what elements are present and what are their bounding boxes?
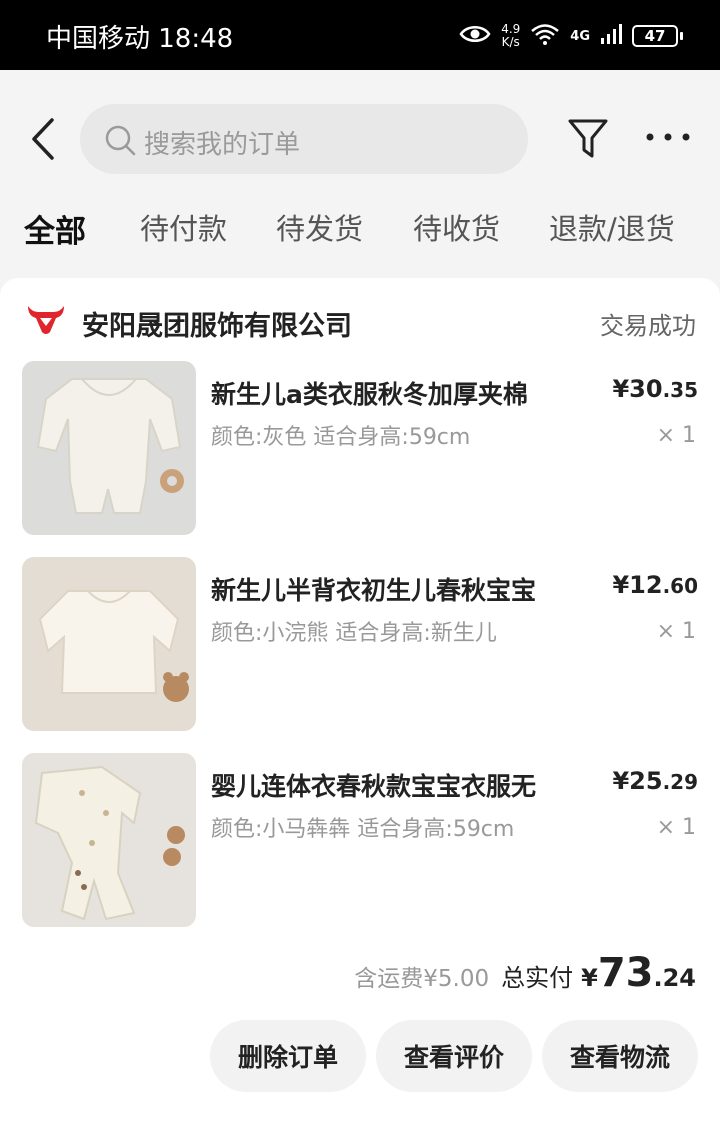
product-image — [22, 753, 196, 927]
product-quantity: × 1 — [656, 815, 696, 840]
carrier-time: 中国移动 18:48 — [46, 24, 234, 54]
more-icon — [646, 133, 690, 141]
order-actions: 删除订单 查看评价 查看物流 — [209, 1020, 698, 1092]
product-spec: 颜色:灰色 适合身高:59cm — [211, 425, 471, 450]
product-price: ¥25.29 — [612, 767, 698, 795]
product-price: ¥12.60 — [612, 571, 698, 599]
order-card[interactable]: 安阳晟团服饰有限公司 交易成功 新生儿a类衣服秋冬加厚夹棉 颜色:灰色 适合身高… — [0, 278, 720, 1123]
back-button[interactable] — [24, 114, 64, 164]
view-logistics-button[interactable]: 查看物流 — [541, 1020, 698, 1092]
order-total: 含运费¥5.00 总实付 ¥ 73 .24 — [354, 950, 696, 1000]
product-quantity: × 1 — [656, 619, 696, 644]
shipping-fee: 含运费¥5.00 — [354, 966, 490, 992]
order-tabs: 全部 待付款 待发货 待收货 退款/退货 — [0, 206, 720, 260]
tab-pending-shipment[interactable]: 待发货 — [276, 206, 363, 248]
delete-order-button[interactable]: 删除订单 — [209, 1020, 366, 1092]
product-spec: 颜色:小浣熊 适合身高:新生儿 — [211, 621, 497, 646]
network-type: 4G — [570, 28, 590, 44]
filter-icon — [568, 119, 608, 158]
wifi-icon — [530, 22, 560, 50]
shop-logo-icon — [26, 302, 66, 338]
order-status: 交易成功 — [600, 312, 696, 340]
view-review-button[interactable]: 查看评价 — [375, 1020, 532, 1092]
total-amount-decimal: .24 — [653, 964, 696, 992]
status-bar: 中国移动 18:48 4.9 K/s 4G 47 — [0, 0, 720, 70]
product-item[interactable]: 新生儿半背衣初生儿春秋宝宝 颜色:小浣熊 适合身高:新生儿 ¥12.60 × 1 — [22, 557, 698, 731]
product-price: ¥30.35 — [612, 375, 698, 403]
total-currency: ¥ — [581, 964, 598, 992]
product-image — [22, 557, 196, 731]
net-speed: 4.9 K/s — [501, 22, 521, 49]
signal-icon — [600, 23, 622, 49]
product-title: 新生儿a类衣服秋冬加厚夹棉 — [211, 380, 528, 409]
tab-pending-receipt[interactable]: 待收货 — [413, 206, 500, 248]
filter-button[interactable] — [566, 116, 610, 162]
search-icon — [104, 124, 136, 156]
product-title: 新生儿半背衣初生儿春秋宝宝 — [211, 576, 537, 605]
product-item[interactable]: 新生儿a类衣服秋冬加厚夹棉 颜色:灰色 适合身高:59cm ¥30.35 × 1 — [22, 361, 698, 535]
chevron-left-icon — [32, 118, 54, 160]
product-image — [22, 361, 196, 535]
tab-pending-payment[interactable]: 待付款 — [140, 206, 227, 248]
header: 搜索我的订单 全部 待付款 待发货 待收货 退款/退货 — [0, 70, 720, 280]
product-title: 婴儿连体衣春秋款宝宝衣服无 — [211, 772, 537, 801]
battery-indicator: 47 — [632, 25, 683, 47]
product-quantity: × 1 — [656, 423, 696, 448]
tab-refund[interactable]: 退款/退货 — [549, 206, 675, 248]
product-spec: 颜色:小马犇犇 适合身高:59cm — [211, 817, 515, 842]
shop-name[interactable]: 安阳晟团服饰有限公司 — [82, 304, 352, 343]
total-amount-integer: 73 — [597, 950, 654, 996]
search-placeholder: 搜索我的订单 — [144, 130, 301, 160]
product-item[interactable]: 婴儿连体衣春秋款宝宝衣服无 颜色:小马犇犇 适合身高:59cm ¥25.29 ×… — [22, 753, 698, 927]
more-button[interactable] — [644, 122, 692, 152]
search-input[interactable]: 搜索我的订单 — [80, 104, 528, 174]
tab-all[interactable]: 全部 — [24, 206, 86, 251]
total-label: 总实付 — [501, 964, 574, 992]
eye-icon — [459, 23, 491, 49]
